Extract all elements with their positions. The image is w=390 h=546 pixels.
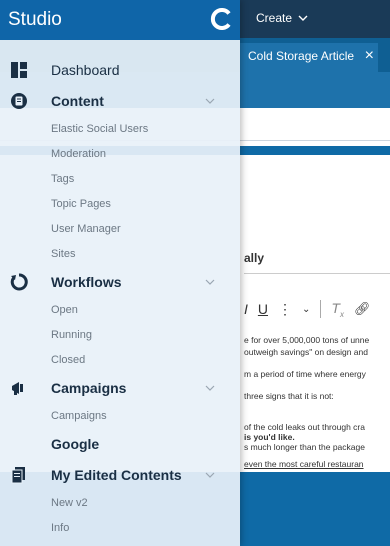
sidebar-item-campaigns[interactable]: Campaigns	[0, 372, 240, 403]
sidebar: Studio Dashboard Content Elastic Social …	[0, 0, 240, 546]
chevron-down-icon[interactable]	[204, 95, 216, 107]
sidebar-subitem-topic-pages[interactable]: Topic Pages	[0, 191, 240, 216]
sidebar-subitem-tags[interactable]: Tags	[0, 166, 240, 191]
create-menu[interactable]: Create	[256, 11, 308, 25]
sidebar-item-content[interactable]: Content	[0, 85, 240, 116]
sidebar-subitem-new-v2[interactable]: New v2	[0, 490, 240, 515]
body-text-line: e for over 5,000,000 tons of unne	[244, 335, 370, 345]
app-title: Studio	[8, 9, 62, 30]
sidebar-subitem-label: Topic Pages	[51, 197, 111, 210]
sidebar-subitem-label: Closed	[51, 353, 86, 366]
chevron-down-icon[interactable]	[204, 382, 216, 394]
tab-title: Cold Storage Article	[248, 49, 355, 63]
sidebar-subitem-running[interactable]: Running	[0, 322, 240, 347]
field-label: ally	[244, 251, 265, 265]
sidebar-item-dashboard[interactable]: Dashboard	[0, 54, 240, 85]
sidebar-subitem-label: Info	[51, 521, 70, 534]
more-options-icon[interactable]: ⋮	[278, 301, 292, 318]
chevron-down-icon[interactable]	[204, 276, 216, 288]
sidebar-item-label: My Edited Contents	[51, 466, 182, 483]
sidebar-item-label: Campaigns	[51, 379, 127, 396]
sidebar-subitem-moderation[interactable]: Moderation	[0, 141, 240, 166]
sidebar-item-label: Google	[51, 435, 100, 452]
sidebar-subitem-label: Open	[51, 303, 78, 316]
sidebar-subitem-closed[interactable]: Closed	[0, 347, 240, 372]
chevron-down-icon	[298, 15, 308, 21]
field-underline	[244, 273, 390, 274]
edited-contents-icon	[11, 466, 25, 483]
toolbar-separator	[320, 300, 322, 319]
dashboard-icon	[11, 61, 27, 78]
workflows-icon	[10, 272, 28, 290]
sidebar-subitem-label: Elastic Social Users	[51, 122, 149, 135]
sidebar-subitem-label: Campaigns	[51, 409, 107, 422]
body-text-line: of the cold leaks out through cra	[244, 422, 365, 432]
body-text-line: outweigh savings" on design and	[244, 347, 368, 357]
richtext-toolbar: I U ⋮ ⌄ Tx 🔗︎	[244, 300, 370, 319]
sidebar-header: Studio	[0, 0, 240, 40]
sidebar-subitem-elastic-social-users[interactable]: Elastic Social Users	[0, 116, 240, 141]
clear-format-icon[interactable]: Tx	[331, 300, 344, 319]
campaigns-icon	[12, 381, 23, 395]
sidebar-subitem-label: New v2	[51, 496, 88, 509]
close-icon[interactable]: ×	[365, 47, 374, 65]
sidebar-subitem-label: Running	[51, 328, 92, 341]
sidebar-item-label: Content	[51, 92, 104, 109]
sidebar-item-label: Workflows	[51, 273, 122, 290]
create-label: Create	[256, 11, 293, 25]
sidebar-subitem-sites[interactable]: Sites	[0, 241, 240, 266]
sidebar-nav: Dashboard Content Elastic Social Users M…	[0, 54, 240, 540]
content-icon	[11, 92, 27, 109]
sidebar-item-google[interactable]: Google	[0, 428, 240, 459]
tab-cold-storage-article[interactable]: Cold Storage Article ×	[240, 43, 378, 72]
sidebar-subitem-campaigns[interactable]: Campaigns	[0, 403, 240, 428]
studio-logo-icon[interactable]	[210, 7, 234, 31]
italic-icon[interactable]: I	[244, 301, 248, 317]
sidebar-subitem-label: Moderation	[51, 147, 107, 160]
sidebar-subitem-user-manager[interactable]: User Manager	[0, 216, 240, 241]
body-text-line: m a period of time where energy	[244, 369, 366, 379]
sidebar-subitem-info[interactable]: Info	[0, 515, 240, 540]
sidebar-subitem-label: Sites	[51, 247, 76, 260]
sidebar-subitem-label: Tags	[51, 172, 75, 185]
sidebar-item-workflows[interactable]: Workflows	[0, 266, 240, 297]
chevron-down-icon[interactable]	[204, 469, 216, 481]
body-text-line: three signs that it is not:	[244, 391, 334, 401]
sidebar-item-label: Dashboard	[51, 61, 120, 78]
sidebar-item-my-edited-contents[interactable]: My Edited Contents	[0, 459, 240, 490]
body-text-line: is you'd like.	[244, 432, 295, 442]
underline-icon[interactable]: U	[258, 301, 268, 317]
link-icon[interactable]: 🔗︎	[354, 301, 371, 317]
chevron-down-icon[interactable]: ⌄	[302, 304, 310, 315]
body-text-line: even the most careful restauran	[244, 459, 364, 469]
body-text-line: s much longer than the package	[244, 442, 365, 452]
sidebar-subitem-open[interactable]: Open	[0, 297, 240, 322]
sidebar-subitem-label: User Manager	[51, 222, 121, 235]
